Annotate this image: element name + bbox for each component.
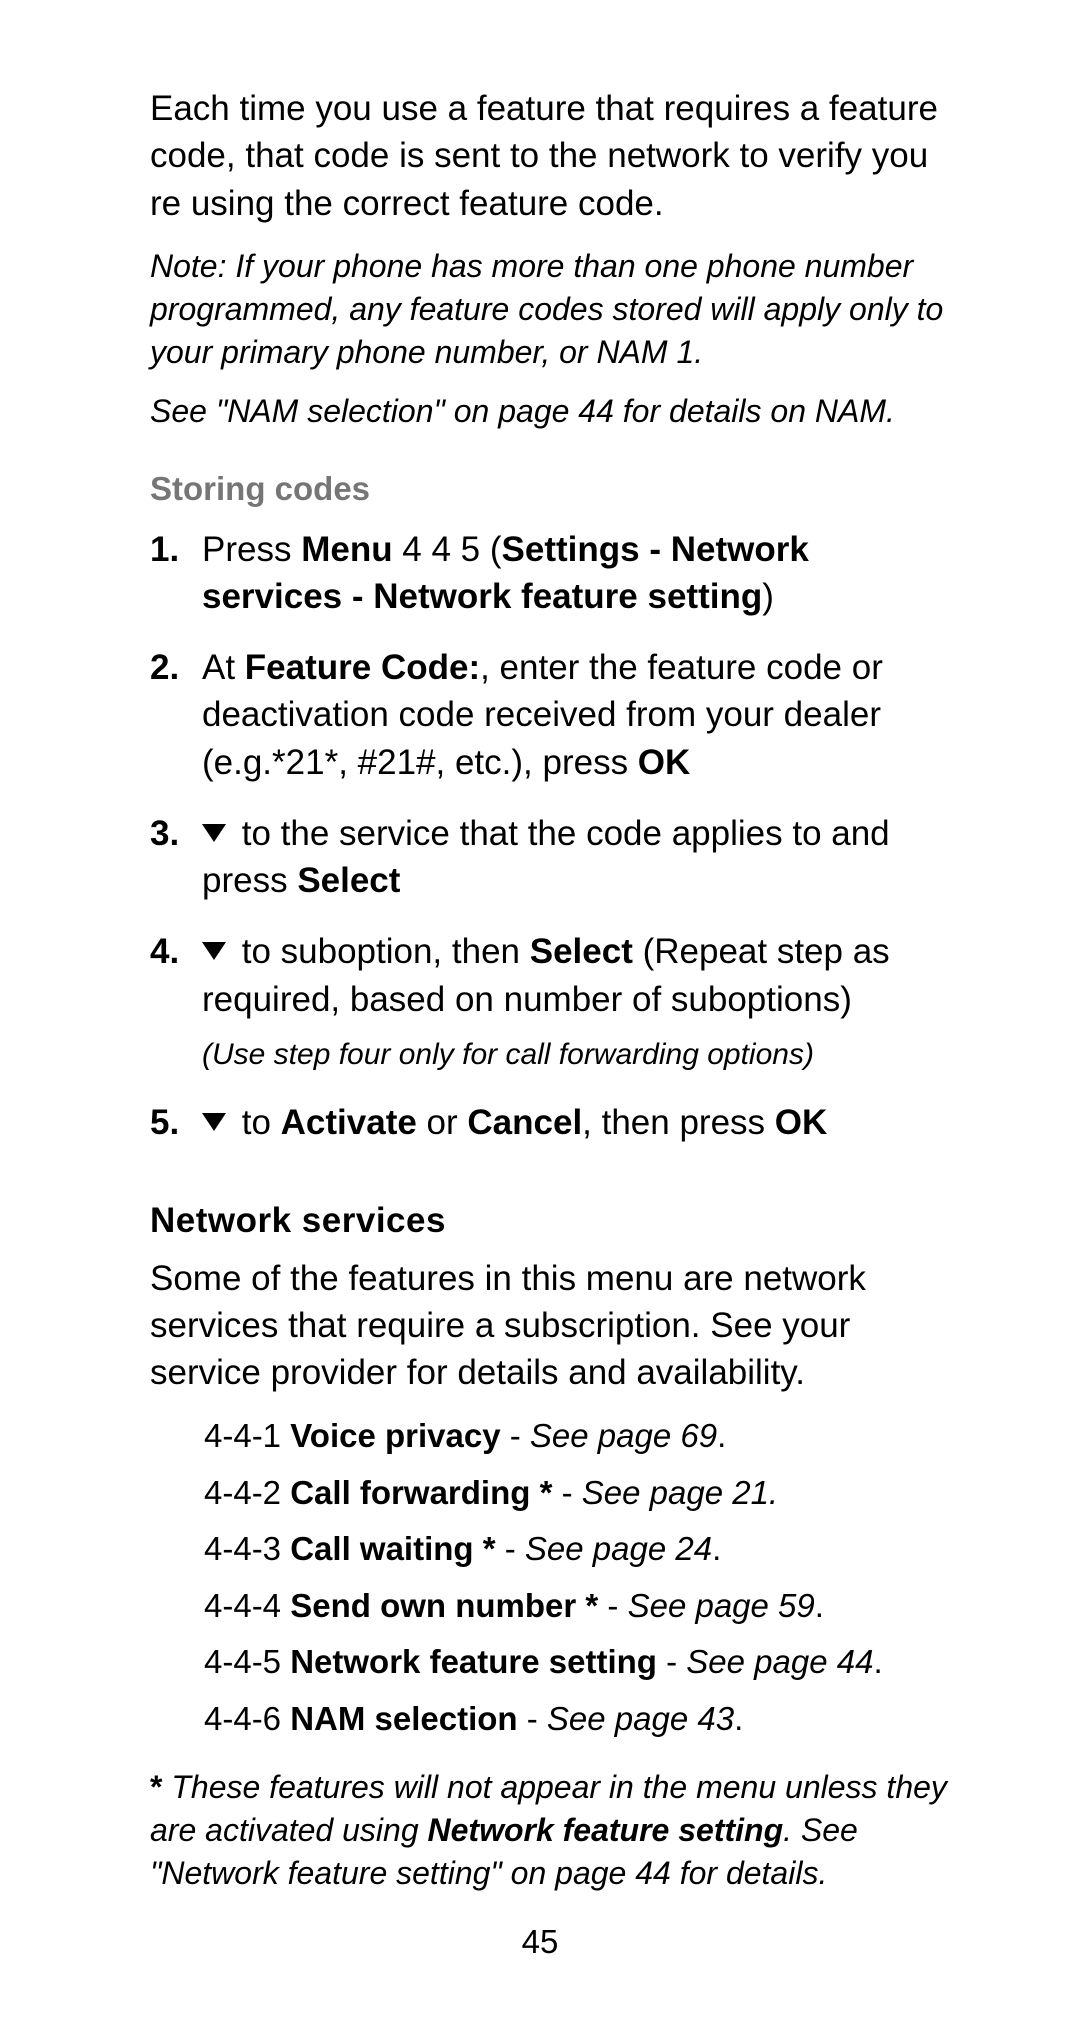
step-number: 4. [150,928,202,975]
page-ref: See page 44 [686,1643,873,1680]
step-2: 2. At Feature Code:, enter the feature c… [150,644,956,786]
dash: - [598,1587,627,1624]
down-arrow-icon [202,942,226,960]
feature-code-label: Feature Code: [245,648,480,687]
menu-name: Network feature setting [290,1643,657,1680]
menu-code: 4-4-5 [204,1643,290,1680]
footnote-star: * [150,1769,171,1805]
storing-codes-heading: Storing codes [150,470,956,508]
step-body: At Feature Code:, enter the feature code… [202,644,956,786]
menu-name: Send own number * [290,1587,598,1624]
down-arrow-icon [202,824,226,842]
page-number: 45 [0,1923,1080,1961]
dash: - [518,1700,547,1737]
menu-item-voice-privacy: 4-4-1 Voice privacy - See page 69. [204,1414,956,1459]
step-number: 3. [150,810,202,857]
text: to [232,1103,281,1142]
menu-key: Menu [291,530,402,569]
text: Press [202,530,291,569]
cancel-key: Cancel [467,1103,582,1142]
menu-name: NAM selection [290,1700,517,1737]
step-number: 2. [150,644,202,691]
dash: - [552,1474,581,1511]
page-ref: See page 59 [628,1587,815,1624]
step-body: Press Menu 4 4 5 (Settings - Network ser… [202,526,956,621]
ok-key: OK [765,1103,827,1142]
activate-key: Activate [281,1103,417,1142]
menu-name: Call forwarding * [290,1474,552,1511]
select-key: Select [297,861,400,900]
menu-item-call-waiting: 4-4-3 Call waiting * - See page 24. [204,1527,956,1572]
menu-code: 4-4-4 [204,1587,290,1624]
down-arrow-icon [202,1113,226,1131]
step-4: 4. to suboption, then Select (Repeat ste… [150,928,956,1075]
dash: - [496,1530,525,1567]
page-ref: See page 21. [582,1474,778,1511]
network-services-menu: 4-4-1 Voice privacy - See page 69. 4-4-2… [204,1414,956,1741]
step-number: 5. [150,1099,202,1146]
menu-name: Call waiting * [290,1530,495,1567]
menu-code: 4-4-2 [204,1474,290,1511]
text: ) [762,577,774,616]
step-5: 5. to Activate or Cancel, then press OK [150,1099,956,1146]
menu-code: 4-4-1 [204,1417,290,1454]
tail: . [712,1530,721,1567]
storing-codes-steps: 1. Press Menu 4 4 5 (Settings - Network … [150,526,956,1147]
ok-key: OK [628,743,690,782]
text: At [202,648,245,687]
step-body: to Activate or Cancel, then press OK [202,1099,956,1146]
intro-paragraph: Each time you use a feature that require… [150,85,956,227]
tail: . [734,1700,743,1737]
text: to suboption, then [232,932,530,971]
text: 4 4 5 ( [402,530,501,569]
step-body: to the service that the code applies to … [202,810,956,905]
select-key: Select [530,932,633,971]
menu-item-network-feature-setting: 4-4-5 Network feature setting - See page… [204,1640,956,1685]
network-services-intro: Some of the features in this menu are ne… [150,1255,956,1397]
menu-item-call-forwarding: 4-4-2 Call forwarding * - See page 21. [204,1471,956,1516]
menu-item-send-own-number: 4-4-4 Send own number * - See page 59. [204,1584,956,1629]
menu-code: 4-4-6 [204,1700,290,1737]
footnote-nfs: Network feature setting [428,1812,784,1848]
tail: . [815,1587,824,1624]
page-ref: See page 69 [530,1417,717,1454]
tail: . [717,1417,726,1454]
menu-item-nam-selection: 4-4-6 NAM selection - See page 43. [204,1697,956,1742]
menu-code: 4-4-3 [204,1530,290,1567]
menu-name: Voice privacy [290,1417,500,1454]
dash: - [501,1417,530,1454]
step-sub-note: (Use step four only for call forwarding … [202,1035,956,1076]
text: or [417,1103,468,1142]
page-ref: See page 24 [525,1530,712,1567]
step-3: 3. to the service that the code applies … [150,810,956,905]
note-multi-number: Note: If your phone has more than one ph… [150,245,956,375]
page-ref: See page 43 [547,1700,734,1737]
footnote: * These features will not appear in the … [150,1766,956,1896]
note-nam-reference: See "NAM selection" on page 44 for detai… [150,390,956,433]
page-content: Each time you use a feature that require… [0,0,1080,1895]
step-number: 1. [150,526,202,573]
network-services-heading: Network services [150,1201,956,1241]
step-1: 1. Press Menu 4 4 5 (Settings - Network … [150,526,956,621]
text: , then press [582,1103,765,1142]
dash: - [657,1643,686,1680]
step-body: to suboption, then Select (Repeat step a… [202,928,956,1075]
tail: . [873,1643,882,1680]
